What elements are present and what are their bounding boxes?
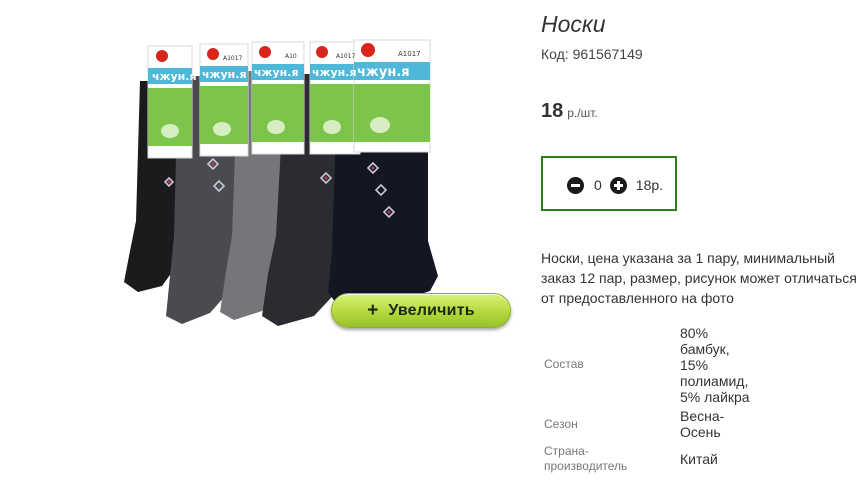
quantity-row: 0 18р.: [567, 176, 663, 194]
product-title: Носки: [541, 11, 606, 37]
price-amount: 18: [541, 100, 564, 122]
minus-bar: [571, 183, 580, 187]
tag-article-text-3: A1017: [336, 53, 356, 60]
price-unit: р./шт.: [567, 106, 598, 120]
tag-article-text-1: A1017: [223, 55, 243, 62]
plus-bar-vertical: [616, 180, 620, 190]
plus-circle-icon[interactable]: [609, 176, 627, 194]
quantity-total: 18р.: [635, 177, 664, 193]
product-photo[interactable]: чжун.я чжун.я чжун.я чжун.я чжун.я A1017…: [110, 36, 455, 326]
tag-article-text-2: A10: [285, 53, 297, 60]
tag-brand-text-1: чжун.я: [152, 70, 197, 83]
tag-article-text-4: A1017: [398, 50, 421, 58]
product-description: Носки, цена указана за 1 пару, минимальн…: [541, 250, 857, 306]
tag-brand-text-2: чжун.я: [202, 68, 247, 81]
zoom-plus-icon: +: [367, 300, 379, 321]
spec-value-season: Весна- Осень: [680, 408, 725, 440]
minus-circle-icon[interactable]: [567, 176, 584, 194]
tag-brand-text-4: чжун.я: [312, 66, 357, 79]
spec-label-country: Страна- производитель: [544, 444, 628, 473]
tag-1: [147, 45, 193, 159]
quantity-value[interactable]: 0: [594, 177, 602, 193]
spec-label-composition: Состав: [544, 357, 584, 371]
socks-image: чжун.я чжун.я чжун.я чжун.я чжун.я A1017…: [124, 39, 438, 326]
quantity-selector: 0 18р.: [541, 156, 677, 211]
spec-value-country: Китай: [680, 451, 718, 467]
product-price: 18 р./шт.: [541, 100, 598, 123]
zoom-label: Увеличить: [388, 301, 475, 319]
spec-label-season: Сезон: [544, 417, 578, 431]
product-page: чжун.я чжун.я чжун.я чжун.я чжун.я A1017…: [0, 0, 865, 485]
zoom-button[interactable]: + Увеличить: [331, 293, 511, 328]
tag-brand-text-3: чжун.я: [254, 66, 299, 79]
tag-brand-text-5: чжун.я: [357, 65, 410, 80]
product-sku: Код: 961567149: [541, 46, 643, 62]
spec-value-composition: 80% бамбук, 15% полиамид, 5% лайкра: [680, 325, 750, 405]
